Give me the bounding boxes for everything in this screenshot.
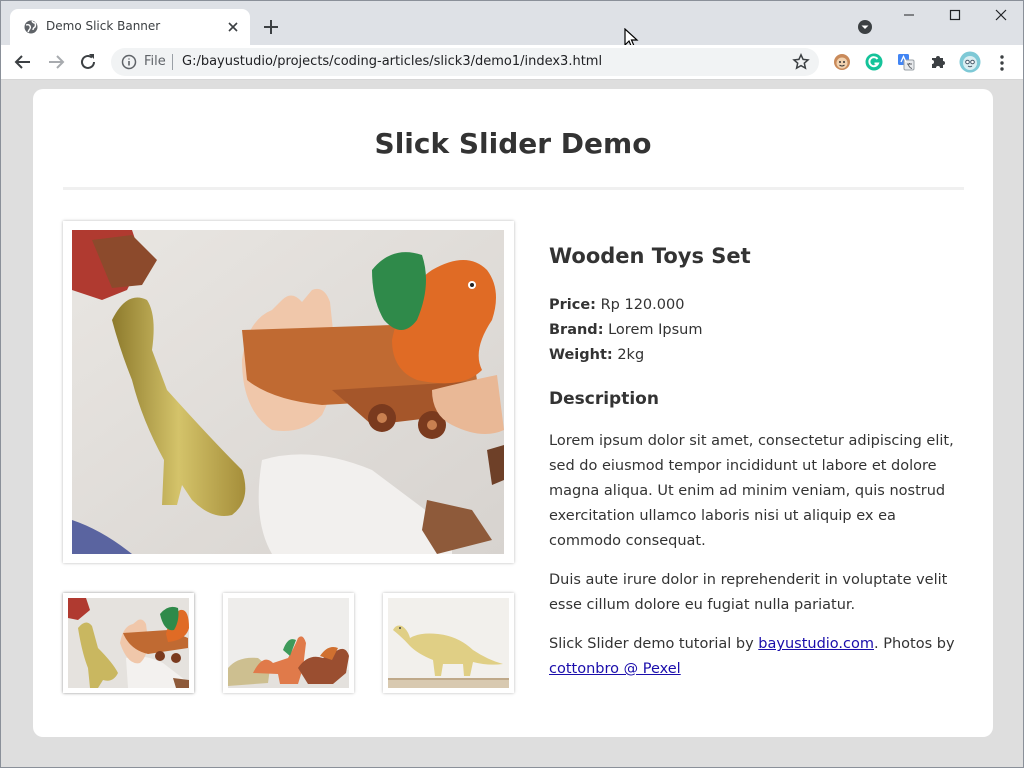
monkey-extension-icon[interactable] — [833, 53, 851, 71]
address-separator — [172, 54, 173, 70]
close-tab-icon[interactable] — [224, 18, 242, 36]
maximize-icon[interactable] — [932, 7, 978, 27]
translate-icon[interactable] — [897, 53, 915, 71]
content-card: Slick Slider Demo Wooden Toys Set Price:… — [33, 89, 993, 737]
title-divider — [63, 187, 964, 190]
thumbnail-3[interactable] — [383, 593, 514, 693]
minimize-icon[interactable] — [886, 7, 932, 27]
weight-row: Weight: 2kg — [549, 347, 644, 363]
brand-value: Lorem Ipsum — [608, 322, 703, 338]
profile-avatar-icon[interactable] — [959, 51, 981, 73]
thumbnail-image-1 — [68, 598, 189, 688]
thumbnail-image-2 — [228, 598, 349, 688]
tab-strip: Demo Slick Banner — [1, 1, 1024, 49]
tab-title: Demo Slick Banner — [46, 19, 161, 33]
close-window-icon[interactable] — [978, 7, 1024, 27]
browser-menu-icon[interactable] — [995, 53, 1009, 73]
scheme-label: File — [144, 54, 166, 69]
back-icon[interactable] — [12, 51, 34, 73]
thumbnail-2[interactable] — [223, 593, 354, 693]
new-tab-icon[interactable] — [261, 17, 281, 37]
brand-row: Brand: Lorem Ipsum — [549, 322, 702, 338]
price-value: Rp 120.000 — [600, 297, 685, 313]
brand-label: Brand: — [549, 322, 604, 338]
price-row: Price: Rp 120.000 — [549, 297, 684, 313]
browser-window: Demo Slick Banner File G:/bayustudio/pro… — [0, 0, 1024, 768]
bayustudio-link[interactable]: bayustudio.com — [758, 636, 874, 652]
browser-tab[interactable]: Demo Slick Banner — [10, 9, 250, 45]
thumbnail-1[interactable] — [63, 593, 194, 693]
credit-prefix: Slick Slider demo tutorial by — [549, 636, 759, 652]
weight-label: Weight: — [549, 347, 613, 363]
address-bar[interactable]: File G:/bayustudio/projects/coding-artic… — [111, 48, 819, 76]
weight-value: 2kg — [617, 347, 645, 363]
main-slider[interactable] — [63, 221, 514, 563]
info-icon[interactable] — [121, 54, 137, 70]
thumbnail-image-3 — [388, 598, 509, 688]
credit-middle: . Photos by — [874, 636, 955, 652]
price-label: Price: — [549, 297, 596, 313]
product-title: Wooden Toys Set — [549, 244, 751, 268]
browser-toolbar: File G:/bayustudio/projects/coding-artic… — [1, 45, 1023, 80]
pexel-link[interactable]: cottonbro @ Pexel — [549, 661, 681, 677]
grammarly-icon[interactable] — [865, 53, 883, 71]
main-slide-image — [72, 230, 504, 554]
forward-icon[interactable] — [45, 51, 67, 73]
description-paragraph-2: Duis aute irure dolor in reprehenderit i… — [549, 572, 948, 613]
globe-icon — [23, 19, 39, 35]
description-paragraph-1: Lorem ipsum dolor sit amet, consectetur … — [549, 433, 954, 549]
reload-icon[interactable] — [77, 51, 99, 73]
description-heading: Description — [549, 389, 659, 409]
page-title: Slick Slider Demo — [374, 127, 652, 160]
tab-search-icon[interactable] — [856, 18, 874, 36]
bookmark-star-icon[interactable] — [792, 52, 810, 71]
url-text[interactable]: G:/bayustudio/projects/coding-articles/s… — [182, 54, 602, 69]
extensions-puzzle-icon[interactable] — [929, 53, 947, 71]
credit-paragraph: Slick Slider demo tutorial by bayustudio… — [549, 632, 969, 682]
